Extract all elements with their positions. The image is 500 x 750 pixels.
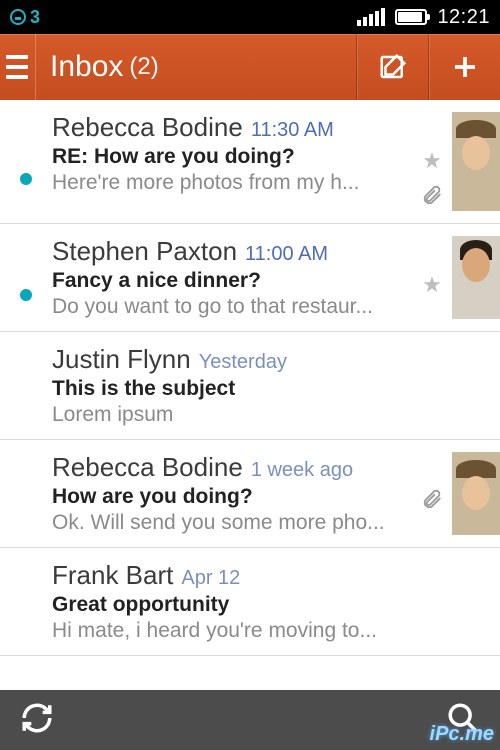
message-subject: Fancy a nice dinner? bbox=[52, 269, 406, 293]
avatar bbox=[452, 236, 500, 319]
message-preview: Do you want to go to that restaur... bbox=[52, 295, 406, 319]
signal-icon bbox=[357, 8, 385, 26]
sender-name: Stephen Paxton11:00 AM bbox=[52, 236, 406, 267]
bottom-toolbar bbox=[0, 690, 500, 750]
avatar bbox=[452, 112, 500, 211]
menu-button[interactable] bbox=[0, 34, 36, 100]
sender-name: Rebecca Bodine1 week ago bbox=[52, 452, 406, 483]
unread-dot-icon bbox=[20, 173, 32, 185]
compose-button[interactable] bbox=[356, 34, 428, 100]
message-subject: How are you doing? bbox=[52, 485, 406, 509]
message-row[interactable]: Justin FlynnYesterdayThis is the subject… bbox=[0, 332, 500, 440]
message-preview: Hi mate, i heard you're moving to... bbox=[52, 619, 454, 643]
notif-icon bbox=[10, 9, 26, 25]
message-time: Yesterday bbox=[199, 351, 287, 373]
message-subject: RE: How are you doing? bbox=[52, 145, 406, 169]
compose-icon bbox=[378, 52, 408, 82]
sender-name: Justin FlynnYesterday bbox=[52, 344, 454, 375]
message-preview: Lorem ipsum bbox=[52, 403, 454, 427]
plus-icon bbox=[450, 52, 480, 82]
unread-count: (2) bbox=[129, 53, 158, 81]
page-title: Inbox (2) bbox=[36, 34, 356, 100]
refresh-button[interactable] bbox=[20, 701, 54, 740]
unread-dot-icon bbox=[20, 289, 32, 301]
message-subject: This is the subject bbox=[52, 377, 454, 401]
app-header: Inbox (2) bbox=[0, 34, 500, 100]
message-preview: Ok. Will send you some more pho... bbox=[52, 511, 406, 535]
attachment-icon bbox=[421, 184, 443, 211]
search-button[interactable] bbox=[446, 701, 480, 740]
avatar bbox=[452, 452, 500, 535]
sender-name: Rebecca Bodine11:30 AM bbox=[52, 112, 406, 143]
star-icon[interactable]: ★ bbox=[422, 272, 442, 298]
battery-icon bbox=[395, 9, 427, 25]
message-subject: Great opportunity bbox=[52, 593, 454, 617]
message-row[interactable]: Rebecca Bodine11:30 AMRE: How are you do… bbox=[0, 100, 500, 224]
status-bar: 3 12:21 bbox=[0, 0, 500, 34]
notification-indicator: 3 bbox=[10, 7, 40, 28]
attachment-icon bbox=[421, 488, 443, 515]
message-time: 1 week ago bbox=[251, 459, 353, 481]
star-icon[interactable]: ★ bbox=[422, 148, 442, 174]
message-preview: Here're more photos from my h... bbox=[52, 171, 406, 195]
message-row[interactable]: Stephen Paxton11:00 AMFancy a nice dinne… bbox=[0, 224, 500, 332]
message-row[interactable]: Frank BartApr 12Great opportunityHi mate… bbox=[0, 548, 500, 656]
clock: 12:21 bbox=[437, 6, 490, 29]
message-time: 11:30 AM bbox=[251, 119, 334, 141]
sender-name: Frank BartApr 12 bbox=[52, 560, 454, 591]
message-time: 11:00 AM bbox=[245, 243, 328, 265]
notif-count: 3 bbox=[30, 7, 40, 28]
message-list: Rebecca Bodine11:30 AMRE: How are you do… bbox=[0, 100, 500, 750]
search-icon bbox=[446, 701, 480, 735]
status-right: 12:21 bbox=[357, 6, 490, 29]
add-button[interactable] bbox=[428, 34, 500, 100]
message-time: Apr 12 bbox=[181, 567, 240, 589]
message-row[interactable]: Rebecca Bodine1 week agoHow are you doin… bbox=[0, 440, 500, 548]
refresh-icon bbox=[20, 701, 54, 735]
